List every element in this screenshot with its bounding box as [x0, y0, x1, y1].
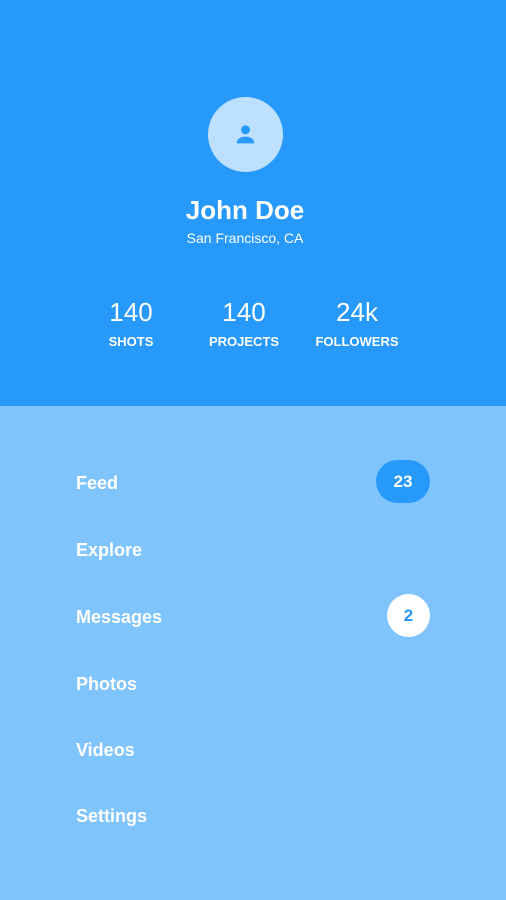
app-screen: John Doe San Francisco, CA 140 SHOTS 140… — [0, 0, 506, 900]
menu-item-feed[interactable]: Feed 23 — [76, 460, 430, 504]
stat-projects-value: 140 — [222, 297, 266, 327]
stat-projects: 140 PROJECTS — [179, 296, 309, 350]
avatar[interactable] — [208, 97, 283, 172]
menu-item-label: Photos — [76, 674, 137, 694]
stat-followers-label: FOLLOWERS — [315, 334, 399, 349]
person-icon — [236, 125, 255, 144]
profile-name: John Doe — [185, 195, 305, 225]
stat-followers: 24k FOLLOWERS — [292, 296, 422, 350]
stat-followers-value: 24k — [336, 297, 378, 327]
menu-item-label: Explore — [76, 540, 143, 560]
menu-item-label: Messages — [76, 607, 163, 627]
menu-item-label: Feed — [76, 473, 119, 493]
stat-shots-label: SHOTS — [108, 334, 154, 349]
menu-item-messages[interactable]: Messages 2 — [76, 594, 430, 638]
feed-count-badge: 23 — [376, 460, 430, 503]
menu-item-label: Videos — [76, 740, 135, 760]
profile-location: San Francisco, CA — [186, 230, 304, 246]
stat-projects-label: PROJECTS — [208, 334, 280, 349]
menu-item-settings[interactable]: Settings — [76, 793, 430, 837]
menu-item-explore[interactable]: Explore — [76, 527, 430, 571]
profile-header: John Doe San Francisco, CA 140 SHOTS 140… — [0, 0, 506, 406]
menu-item-photos[interactable]: Photos — [76, 661, 430, 705]
menu-item-label: Settings — [76, 806, 148, 826]
stat-shots: 140 SHOTS — [66, 296, 196, 350]
messages-count-badge: 2 — [387, 594, 430, 637]
menu-item-videos[interactable]: Videos — [76, 727, 430, 771]
stat-shots-value: 140 — [109, 297, 153, 327]
